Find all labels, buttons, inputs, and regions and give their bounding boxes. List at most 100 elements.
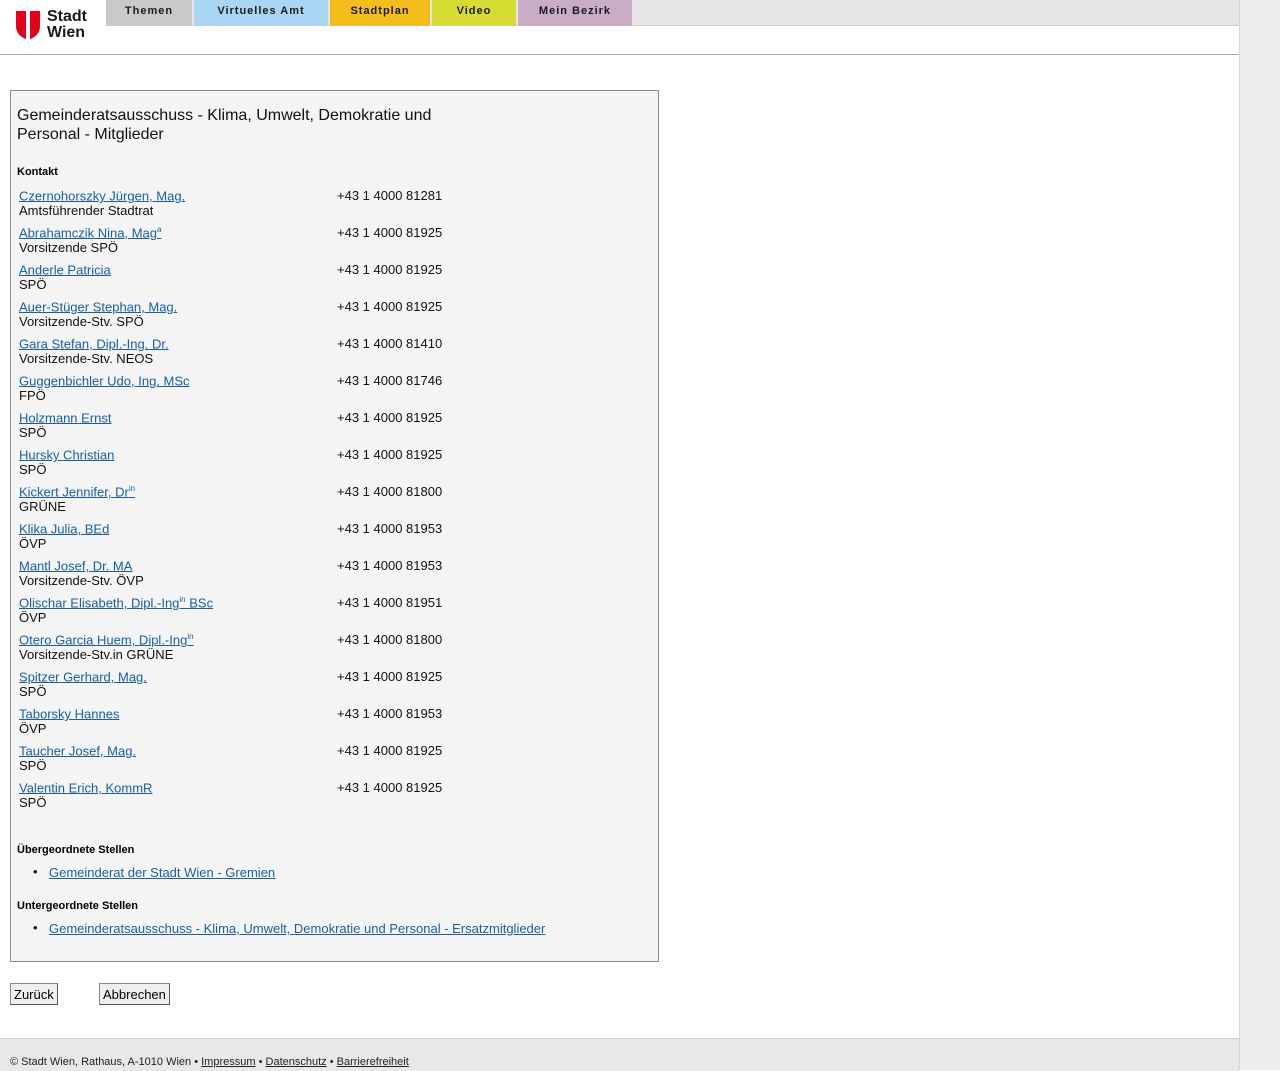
member-phone: +43 1 4000 81925 [337,225,443,240]
member-role: Vorsitzende-Stv. SPÖ [19,314,144,329]
footer-link-datenschutz[interactable]: Datenschutz [266,1056,327,1068]
member-name-link[interactable]: Valentin Erich, KommR [19,780,152,795]
member-name-link[interactable]: Taborsky Hannes [19,706,119,721]
member-row: Taucher Josef, Mag. SPÖ +43 1 4000 81925 [19,743,639,775]
footer-link-impressum[interactable]: Impressum [201,1056,255,1068]
member-phone: +43 1 4000 81800 [337,632,443,647]
member-name-text: Olischar Elisabeth, Dipl.-Ing [19,595,180,611]
member-row: Anderle Patricia SPÖ +43 1 4000 81925 [19,262,639,294]
member-name-link[interactable]: Taucher Josef, Mag. [19,743,136,758]
member-row: Taborsky Hannes ÖVP +43 1 4000 81953 [19,706,639,738]
tab-video[interactable]: Video [432,0,516,26]
member-phone: +43 1 4000 81746 [337,373,443,388]
wien-shield-icon [16,11,40,40]
member-row: Mantl Josef, Dr. MA Vorsitzende-Stv. ÖVP +… [19,558,639,590]
member-role: SPÖ [19,758,47,773]
member-role: Vorsitzende-Stv.in GRÜNE [19,647,174,662]
member-row: Olischar Elisabeth, Dipl.-Ingin BSc ÖVP +4… [19,595,639,627]
member-role: Amtsführender Stadtrat [19,203,154,218]
member-name-text: Guggenbichler Udo, Ing. MSc [19,373,190,389]
site-footer: © Stadt Wien, Rathaus, A-1010 Wien • Imp… [0,1038,1239,1071]
member-name-link[interactable]: Otero Garcia Huem, Dipl.-Ingin [19,632,194,647]
footer-link-barrierefreiheit[interactable]: Barrierefreiheit [337,1056,409,1068]
member-name-text: Mantl Josef, Dr. MA [19,558,133,574]
parent-link-gemeinderat[interactable]: Gemeinderat der Stadt Wien - Gremien [49,865,275,880]
member-phone: +43 1 4000 81925 [337,743,443,758]
member-row: Hursky Christian SPÖ +43 1 4000 81925 [19,447,639,479]
member-name-text: Czernohorszky Jürgen, Mag. [19,188,186,204]
member-phone: +43 1 4000 81925 [337,447,443,462]
tab-virtuelles-amt[interactable]: Virtuelles Amt [194,0,328,26]
stadt-wien-logo[interactable]: Stadt Wien [16,9,96,43]
member-name-link[interactable]: Mantl Josef, Dr. MA [19,558,132,573]
member-row: Klika Julia, BEd ÖVP +43 1 4000 81953 [19,521,639,553]
logo-wordmark: Stadt Wien [47,9,87,41]
member-row: Kickert Jennifer, Drin GRÜNE +43 1 4000 81… [19,484,639,516]
member-name-text: Spitzer Gerhard, Mag. [19,669,147,685]
member-phone: +43 1 4000 81281 [337,188,443,203]
parent-units-heading: Übergeordnete Stellen [17,844,135,856]
footer-separator: • [258,1056,263,1068]
member-role: Vorsitzende-Stv. NEOS [19,351,154,366]
page-title: Gemeinderatsausschuss - Klima, Umwelt, D… [17,107,432,143]
member-phone: +43 1 4000 81925 [337,410,443,425]
member-role: SPÖ [19,277,47,292]
site-header: Stadt Wien Themen Virtuelles Amt Stadtpl… [0,0,1239,55]
member-name-text: Anderle Patricia [19,262,111,278]
footer-separator: • [329,1056,334,1068]
member-name-text: Auer-Stüger Stephan, Mag. [19,299,178,315]
tab-stadtplan[interactable]: Stadtplan [330,0,430,26]
footer-text: © Stadt Wien, Rathaus, A-1010 Wien • Imp… [10,1056,409,1068]
member-row: Holzmann Ernst SPÖ +43 1 4000 81925 [19,410,639,442]
member-name-link[interactable]: Klika Julia, BEd [19,521,109,536]
logo-line-1: Stadt [47,8,87,25]
member-name-link[interactable]: Holzmann Ernst [19,410,111,425]
member-name-link[interactable]: Kickert Jennifer, Drin [19,484,135,499]
member-row: Czernohorszky Jürgen, Mag. Amtsführender … [19,188,639,220]
cancel-button[interactable]: Abbrechen [99,983,170,1005]
member-role: SPÖ [19,425,47,440]
member-name-text: Taucher Josef, Mag. [19,743,137,759]
tab-themen[interactable]: Themen [106,0,192,26]
member-name-text: Kickert Jennifer, Dr [19,484,129,500]
member-name-link[interactable]: Guggenbichler Udo, Ing. MSc [19,373,190,388]
member-role: Vorsitzende SPÖ [19,240,118,255]
member-role: ÖVP [19,536,47,551]
member-name-text: Klika Julia, BEd [19,521,110,537]
member-role: SPÖ [19,795,47,810]
member-name-link[interactable]: Abrahamczik Nina, Maga [19,225,161,240]
child-link-ersatzmitglieder[interactable]: Gemeinderatsausschuss - Klima, Umwelt, D… [49,921,545,936]
member-name-superscript: in [128,484,136,493]
tab-mein-bezirk[interactable]: Mein Bezirk [518,0,632,26]
back-button[interactable]: Zurück [10,983,58,1005]
member-role: SPÖ [19,684,47,699]
member-name-link[interactable]: Czernohorszky Jürgen, Mag. [19,188,185,203]
member-phone: +43 1 4000 81925 [337,299,443,314]
member-name-link[interactable]: Hursky Christian [19,447,114,462]
scrollbar[interactable] [1239,0,1280,1070]
child-units-heading: Untergeordnete Stellen [17,900,139,912]
member-name-link[interactable]: Olischar Elisabeth, Dipl.-Ingin BSc [19,595,213,610]
member-name-link[interactable]: Auer-Stüger Stephan, Mag. [19,299,177,314]
member-name-text: Abrahamczik Nina, Mag [19,225,157,241]
member-phone: +43 1 4000 81951 [337,595,443,610]
member-role: Vorsitzende-Stv. ÖVP [19,573,144,588]
member-phone: +43 1 4000 81410 [337,336,443,351]
contact-heading: Kontakt [17,166,58,178]
member-name-text: Otero Garcia Huem, Dipl.-Ing [19,632,188,648]
footer-separator: • [194,1056,199,1068]
member-name-text: Holzmann Ernst [19,410,112,426]
member-role: ÖVP [19,721,47,736]
list-bullet: • [33,864,38,879]
member-name-link[interactable]: Spitzer Gerhard, Mag. [19,669,147,684]
member-name-link[interactable]: Gara Stefan, Dipl.-Ing. Dr. [19,336,169,351]
member-phone: +43 1 4000 81953 [337,521,443,536]
footer-copyright: © Stadt Wien, Rathaus, A-1010 Wien [10,1056,192,1068]
member-phone: +43 1 4000 81953 [337,558,443,573]
member-name-superscript: in [187,632,194,641]
member-phone: +43 1 4000 81925 [337,780,443,795]
member-name-suffix: BSc [185,595,214,611]
member-phone: +43 1 4000 81925 [337,669,443,684]
member-role: SPÖ [19,462,47,477]
member-name-link[interactable]: Anderle Patricia [19,262,111,277]
